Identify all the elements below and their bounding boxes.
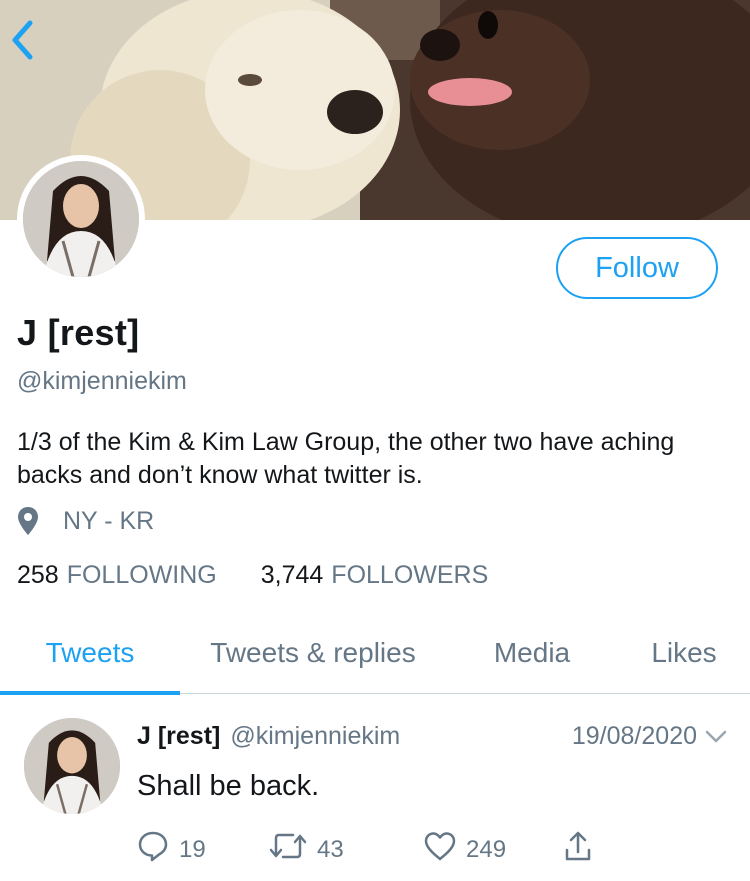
tweet-date-text: 19/08/2020 <box>571 722 697 750</box>
retweet-count: 43 <box>317 835 344 863</box>
tab-likes[interactable]: Likes <box>618 612 750 694</box>
like-count: 249 <box>466 835 507 863</box>
tweet-date: 19/08/2020 <box>572 722 727 751</box>
tweet-avatar[interactable] <box>24 718 120 814</box>
profile-display-name: J [rest] <box>17 312 140 353</box>
like-button[interactable]: 249 <box>424 831 564 868</box>
following-stat[interactable]: 258 FOLLOWING <box>17 561 217 590</box>
share-icon <box>564 830 602 869</box>
followers-count: 3,744 <box>260 561 324 589</box>
tab-media[interactable]: Media <box>446 612 618 694</box>
profile-bio: 1/3 of the Kim & Kim Law Group, the othe… <box>17 428 675 489</box>
tweet-actions: 19 43 249 <box>137 830 602 869</box>
location-text: NY - KR <box>63 506 155 535</box>
profile-tabs: Tweets Tweets & replies Media Likes <box>0 612 750 695</box>
tweet-author-name[interactable]: J [rest] <box>137 722 220 751</box>
tab-tweets-and-replies[interactable]: Tweets & replies <box>180 612 446 694</box>
follow-button[interactable]: Follow <box>556 237 718 299</box>
tweet-text: Shall be back. <box>137 770 320 802</box>
location-pin-icon <box>17 505 43 537</box>
tweet-item[interactable]: J [rest] @kimjenniekim 19/08/2020 Shall … <box>0 694 750 881</box>
profile-handle: @kimjenniekim <box>17 367 187 395</box>
heart-icon <box>424 831 466 868</box>
followers-stat[interactable]: 3,744 FOLLOWERS <box>261 561 489 590</box>
reply-bubble-icon <box>137 830 179 869</box>
avatar-image <box>23 161 139 277</box>
tweet-header: J [rest] @kimjenniekim 19/08/2020 <box>137 722 727 751</box>
reply-count: 19 <box>179 835 206 863</box>
following-label: FOLLOWING <box>66 561 217 589</box>
followers-label: FOLLOWERS <box>331 561 489 589</box>
chevron-down-icon[interactable] <box>705 730 727 744</box>
following-count: 258 <box>17 561 59 589</box>
profile-stats: 258 FOLLOWING 3,744 FOLLOWERS <box>17 561 532 590</box>
back-button[interactable] <box>10 20 54 70</box>
retweet-button[interactable]: 43 <box>269 831 424 868</box>
retweet-icon <box>269 831 317 868</box>
tweet-author-handle[interactable]: @kimjenniekim <box>230 722 400 751</box>
reply-button[interactable]: 19 <box>137 830 269 869</box>
share-button[interactable] <box>564 830 602 869</box>
profile-location: NY - KR <box>17 505 154 537</box>
tab-tweets[interactable]: Tweets <box>0 612 180 695</box>
profile-avatar[interactable] <box>17 155 145 283</box>
